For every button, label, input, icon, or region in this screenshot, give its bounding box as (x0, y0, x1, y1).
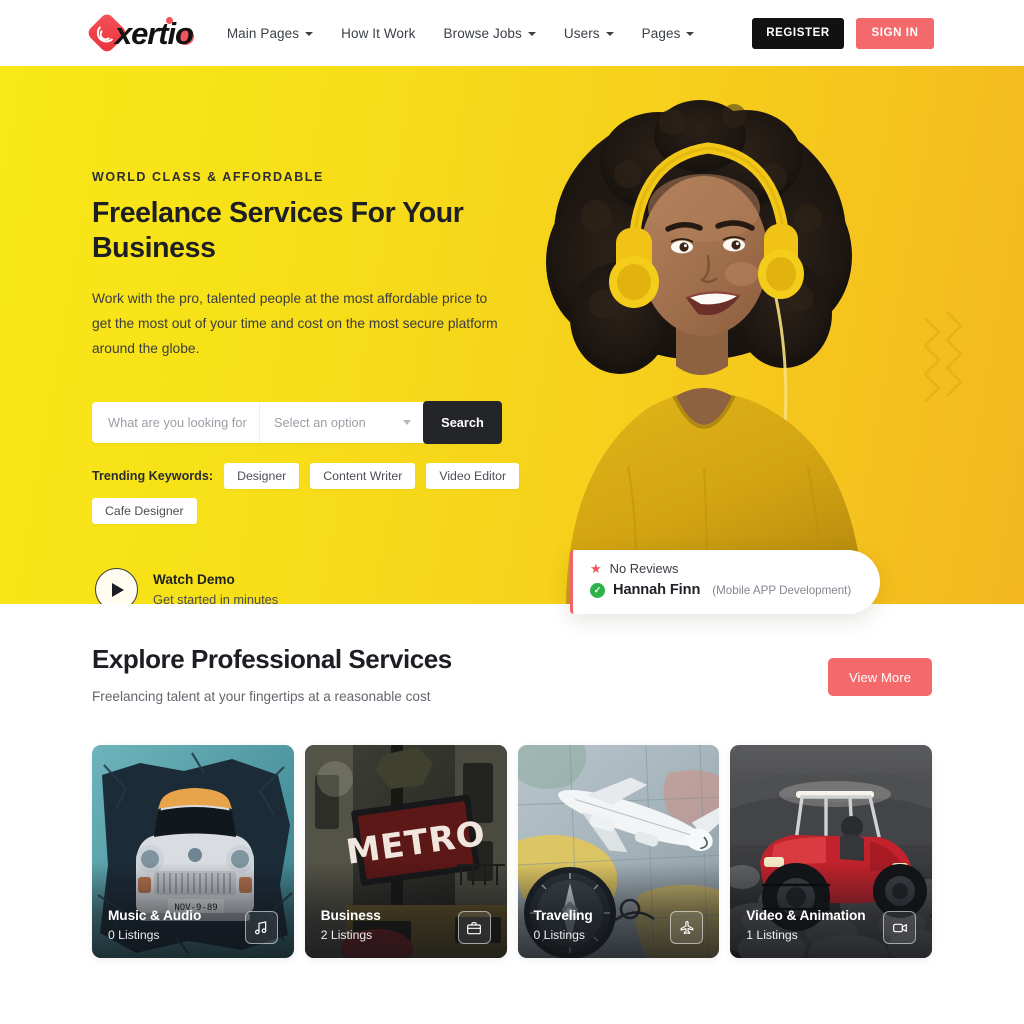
freelancer-review-card[interactable]: ★ No Reviews ✓ Hannah Finn (Mobile APP D… (570, 550, 880, 614)
nav-item-pages[interactable]: Pages (642, 26, 695, 41)
site-header: xertio Main Pages How It Work Browse Job… (0, 0, 1024, 66)
watch-demo-title: Watch Demo (153, 572, 235, 588)
card-listing-count: 2 Listings (320, 928, 373, 942)
chevron-down-icon (605, 32, 614, 36)
chevron-down-icon (403, 420, 411, 425)
trending-keywords-label: Trending Keywords: (92, 469, 214, 483)
category-card-business[interactable]: METRO Business 2 Listings (304, 745, 507, 958)
nav-item-main-pages[interactable]: Main Pages (226, 25, 314, 41)
briefcase-icon (457, 911, 491, 944)
hero-eyebrow: WORLD CLASS & AFFORDABLE (92, 170, 324, 184)
nav-label: Pages (641, 25, 681, 41)
view-more-button[interactable]: View More (828, 658, 932, 696)
category-card-music-audio[interactable]: NOV-9-89 Music & Audio 0 Listings (92, 745, 294, 958)
card-meta: Video & Animation 1 Listings (746, 908, 865, 942)
services-section: Explore Professional Services Freelancin… (0, 604, 1024, 958)
register-button[interactable]: REGISTER (752, 17, 844, 49)
card-title: Music & Audio (108, 908, 202, 923)
hero-search-bar: What are you looking for Select an optio… (92, 401, 502, 444)
nav-item-users[interactable]: Users (564, 26, 614, 41)
card-listing-count: 1 Listings (746, 928, 798, 942)
chevron-down-icon (527, 32, 536, 36)
logo-wordmark: xertio (115, 15, 194, 51)
signin-button[interactable]: SIGN IN (856, 17, 934, 49)
services-header: Explore Professional Services Freelancin… (92, 604, 932, 704)
nav-label: Browse Jobs (443, 25, 522, 41)
check-circle-icon: ✓ (590, 582, 605, 598)
services-subtitle: Freelancing talent at your fingertips at… (92, 689, 431, 704)
watch-demo-subtitle: Get started in minutes (153, 591, 279, 604)
hero-photo (508, 66, 928, 604)
nav-label: Users (563, 25, 600, 41)
card-listing-count: 0 Listings (533, 928, 586, 942)
search-input[interactable]: What are you looking for (92, 402, 260, 443)
nav-label: How It Work (341, 25, 416, 41)
hero-title: Freelance Services For Your Business (92, 197, 464, 264)
search-select-value: Select an option (274, 415, 366, 430)
header-actions: REGISTER SIGN IN (752, 17, 934, 49)
card-meta: Traveling 0 Listings (534, 908, 593, 942)
keyword-chip-content-writer[interactable]: Content Writer (310, 463, 416, 489)
play-icon (112, 582, 124, 597)
card-meta: Business 2 Listings (321, 908, 381, 942)
watch-demo[interactable]: Watch Demo Get started in minutes (95, 568, 278, 604)
card-title: Business (320, 908, 381, 923)
music-note-icon (244, 911, 278, 944)
keyword-chip-designer[interactable]: Designer (224, 463, 300, 489)
review-rating-row: ★ No Reviews (590, 561, 864, 576)
video-camera-icon (883, 911, 916, 944)
trending-keywords: Trending Keywords: Designer Content Writ… (92, 463, 522, 524)
search-button[interactable]: Search (423, 401, 502, 444)
freelancer-name: Hannah Finn (613, 582, 701, 598)
hero-copy: WORLD CLASS & AFFORDABLE Freelance Servi… (92, 170, 512, 361)
keyword-chip-video-editor[interactable]: Video Editor (426, 463, 520, 489)
service-category-cards: NOV-9-89 Music & Audio 0 Listings (92, 745, 932, 958)
hero-subtitle: Work with the pro, talented people at th… (92, 290, 498, 356)
services-title: Explore Professional Services (92, 644, 452, 674)
star-icon: ★ (590, 561, 602, 576)
site-logo[interactable]: xertio (85, 11, 194, 55)
keyword-chip-cafe-designer[interactable]: Cafe Designer (92, 498, 197, 524)
nav-item-browse-jobs[interactable]: Browse Jobs (444, 26, 536, 41)
card-listing-count: 0 Listings (108, 928, 160, 942)
card-title: Video & Animation (746, 908, 866, 923)
category-card-traveling[interactable]: Traveling 0 Listings (517, 745, 720, 958)
main-nav: Main Pages How It Work Browse Jobs Users… (227, 26, 695, 41)
logo-i-dot (165, 16, 173, 24)
review-person-row: ✓ Hannah Finn (Mobile APP Development) (590, 582, 864, 598)
logo-text: xertio (115, 15, 194, 51)
card-meta: Music & Audio 0 Listings (108, 908, 201, 942)
review-count-text: No Reviews (609, 561, 679, 576)
chevron-down-icon (686, 32, 695, 36)
category-card-video-animation[interactable]: Video & Animation 1 Listings (730, 745, 932, 958)
nav-item-how-it-work[interactable]: How It Work (341, 26, 415, 41)
search-category-select[interactable]: Select an option (260, 402, 423, 443)
play-button[interactable] (95, 568, 138, 604)
hero-section: WORLD CLASS & AFFORDABLE Freelance Servi… (0, 66, 1024, 604)
nav-label: Main Pages (226, 25, 300, 41)
airplane-icon (670, 911, 704, 944)
chevron-down-icon (305, 32, 314, 36)
card-title: Traveling (533, 908, 593, 923)
freelancer-role: (Mobile APP Development) (712, 583, 852, 597)
